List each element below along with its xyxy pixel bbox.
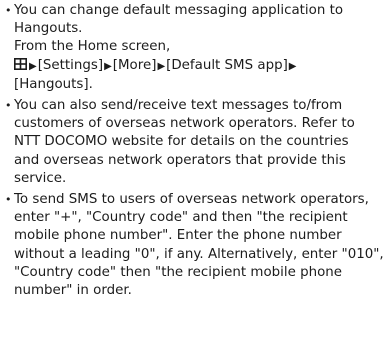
note-overseas-operators: • You can also send/receive text message… <box>0 97 383 188</box>
menu-step-hangouts: [Hangouts]. <box>14 76 93 92</box>
menu-grid-icon <box>14 57 27 70</box>
bullet-icon: • <box>5 193 12 207</box>
note-line: Hangouts. <box>14 21 83 37</box>
note-line: without a leading "0", if any. Alternati… <box>14 246 383 262</box>
arrow-icon: ▶ <box>29 60 37 72</box>
note-line: "Country code" then "the recipient mobil… <box>14 264 342 280</box>
note-line: You can also send/receive text messages … <box>14 98 343 114</box>
arrow-icon: ▶ <box>157 60 166 72</box>
note-line: and overseas network operators that prov… <box>14 152 346 168</box>
note-line: mobile phone number". Enter the phone nu… <box>14 228 342 244</box>
note-line: customers of overseas network operators.… <box>14 116 355 132</box>
note-line: You can change default messaging applica… <box>14 3 344 18</box>
note-send-sms-overseas: • To send SMS to users of overseas netwo… <box>0 191 383 300</box>
bullet-icon: • <box>5 99 12 113</box>
note-default-messaging: • You can change default messaging appli… <box>0 2 383 94</box>
note-line: To send SMS to users of overseas network… <box>14 192 369 208</box>
note-line: number" in order. <box>14 283 132 299</box>
menu-path: ▶[Settings]▶[More]▶[Default SMS app]▶ <box>14 57 383 76</box>
notes-list: • You can change default messaging appli… <box>0 2 383 303</box>
bullet-icon: • <box>5 4 12 17</box>
note-line: service. <box>14 170 67 186</box>
note-line: NTT DOCOMO website for details on the co… <box>14 134 349 150</box>
menu-step-more: [More] <box>112 57 157 73</box>
note-line: enter "+", "Country code" and then "the … <box>14 210 348 226</box>
arrow-icon: ▶ <box>288 60 297 72</box>
note-line: From the Home screen, <box>14 39 171 55</box>
arrow-icon: ▶ <box>104 60 112 72</box>
menu-step-settings: [Settings] <box>37 57 104 73</box>
menu-step-default-sms-app: [Default SMS app] <box>166 57 288 73</box>
